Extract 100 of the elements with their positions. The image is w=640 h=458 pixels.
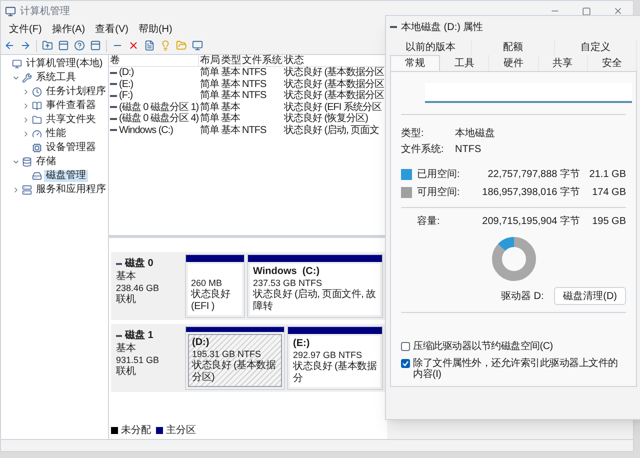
partition-size: 260 MB	[191, 278, 224, 288]
dialog-title: 本地磁盘 (D:) 属性	[401, 20, 484, 34]
capacity-size: 195 GB	[591, 214, 626, 229]
tree-item[interactable]: 共享文件夹	[44, 114, 98, 126]
capacity-bytes: 209,715,195,904 字节	[481, 214, 580, 229]
table-cell: 基本	[221, 102, 240, 113]
disk-status: 联机	[116, 294, 137, 306]
menu-item[interactable]: 操作(A)	[52, 22, 86, 36]
option-label[interactable]: 压缩此驱动器以节约磁盘空间(C)	[413, 341, 553, 352]
tab[interactable]: 常规	[390, 55, 440, 71]
toolbar-icon[interactable]	[20, 40, 31, 51]
table-cell: 简单	[200, 124, 219, 136]
toolbar-icon[interactable]	[192, 40, 203, 51]
tree-item[interactable]: 磁盘管理	[44, 170, 88, 182]
capacity-label: 容量:	[417, 214, 441, 229]
maximize-icon[interactable]	[582, 6, 591, 16]
table-cell: 简单	[200, 90, 219, 102]
space-label: 可用空间:	[417, 186, 461, 200]
checkbox[interactable]	[401, 342, 410, 352]
toolbar-icon[interactable]	[128, 40, 139, 51]
collapse-icon[interactable]	[12, 158, 20, 166]
volume-icon	[110, 106, 117, 108]
table-cell: 简单	[200, 113, 219, 124]
partition-label: (D:)	[192, 337, 210, 349]
tree-node-icon	[22, 185, 32, 195]
space-label: 已用空间:	[417, 168, 461, 182]
close-icon[interactable]	[613, 6, 623, 16]
volume-name-field[interactable]	[425, 82, 632, 103]
table-cell: Windows (C:)	[119, 124, 174, 136]
partition-status: 状态良好 (基本数据分	[293, 361, 377, 385]
info-label: 类型:	[401, 126, 425, 141]
tree-node-icon	[32, 171, 42, 181]
menu-item[interactable]: 文件(F)	[9, 22, 42, 36]
toolbar-icon[interactable]	[4, 40, 15, 51]
tree-item[interactable]: 计算机管理(本地)	[24, 58, 105, 70]
table-cell: 状态良好 (基本数据分区	[284, 67, 384, 78]
partition-status: 状态良好 (EFI )	[191, 289, 232, 313]
partition-size: 237.53 GB NTFS	[253, 278, 324, 288]
space-size: 21.1 GB	[588, 168, 626, 182]
drive-caption: 驱动器 D:	[501, 290, 544, 304]
disk-cleanup-button[interactable]: 磁盘清理(D)	[554, 287, 626, 306]
app-icon	[5, 6, 16, 16]
column-header[interactable]: 类型	[220, 55, 241, 66]
table-cell: 简单	[200, 67, 219, 78]
toolbar-icon[interactable]	[58, 40, 69, 51]
space-bytes: 186,957,398,016 字节	[481, 186, 580, 200]
volume-icon	[110, 118, 117, 120]
checkbox[interactable]	[401, 359, 410, 368]
column-header[interactable]: 卷	[109, 55, 199, 66]
legend-label: 主分区	[166, 424, 196, 438]
tree-item[interactable]: 设备管理器	[44, 142, 98, 154]
table-cell: 简单	[200, 102, 219, 113]
menu-item[interactable]: 查看(V)	[95, 22, 128, 36]
option-label[interactable]: 除了文件属性外，还允许索引此驱动器上文件的内容(I)	[413, 358, 626, 380]
table-cell: 状态良好 (基本数据分区	[284, 78, 384, 90]
info-label: 文件系统:	[401, 142, 445, 158]
toolbar-icon[interactable]	[74, 40, 85, 51]
collapse-icon[interactable]	[12, 74, 20, 82]
tree-item[interactable]: 性能	[44, 128, 68, 140]
partition-size: 292.97 GB NTFS	[293, 350, 364, 360]
tree-node-icon	[32, 115, 42, 125]
tree-node-icon	[32, 101, 42, 111]
table-cell: (磁盘 0 磁盘分区 4)	[119, 113, 199, 124]
partition-block[interactable]: 260 MB 状态良好 (EFI )	[185, 254, 245, 318]
table-cell: 基本	[221, 113, 240, 124]
table-cell: 基本	[221, 124, 240, 136]
tab[interactable]: 自定义	[554, 40, 637, 55]
column-header[interactable]: 布局	[199, 55, 220, 66]
info-value: NTFS	[455, 143, 482, 158]
table-cell: 简单	[200, 78, 219, 90]
disk-status: 联机	[116, 366, 137, 378]
partition-block[interactable]: Windows (C:) 237.53 GB NTFS 状态良好 (启动, 页面文件, 故障转	[247, 254, 383, 318]
table-cell: NTFS	[242, 78, 266, 90]
disk-name: 磁盘 1	[125, 328, 154, 342]
partition-label: (E:)	[293, 338, 311, 350]
tree-item[interactable]: 任务计划程序	[44, 86, 108, 98]
tree-item[interactable]: 服务和应用程序	[34, 184, 108, 196]
tree-item[interactable]: 事件查看器	[44, 100, 98, 112]
menu-item[interactable]: 帮助(H)	[138, 22, 172, 36]
disk-type: 基本	[116, 343, 137, 355]
table-cell: NTFS	[242, 124, 266, 136]
tree-item[interactable]: 系统工具	[34, 72, 78, 84]
toolbar-icon[interactable]	[144, 40, 155, 51]
tree-item[interactable]: 存储	[34, 156, 58, 168]
table-cell: (D:)	[119, 67, 134, 78]
column-header[interactable]: 文件系统	[241, 55, 283, 66]
tree-node-icon	[12, 59, 22, 69]
volume-icon	[110, 129, 117, 132]
disk-type: 基本	[116, 271, 137, 283]
toolbar-icon[interactable]	[42, 40, 53, 51]
table-cell: 状态良好 (恢复分区)	[284, 113, 368, 124]
tree-node-icon	[22, 73, 32, 83]
table-cell: 基本	[221, 67, 240, 78]
partition-block[interactable]: (D:) 195.31 GB NTFS 状态良好 (基本数据分区)	[185, 326, 285, 390]
disk-size: 931.51 GB	[116, 355, 160, 366]
tab[interactable]: 配额	[472, 40, 555, 55]
toolbar-icon[interactable]	[90, 40, 101, 51]
partition-block[interactable]: (E:) 292.97 GB NTFS 状态良好 (基本数据分	[287, 326, 383, 390]
table-cell: 基本	[221, 90, 240, 102]
volume-icon	[110, 72, 117, 74]
